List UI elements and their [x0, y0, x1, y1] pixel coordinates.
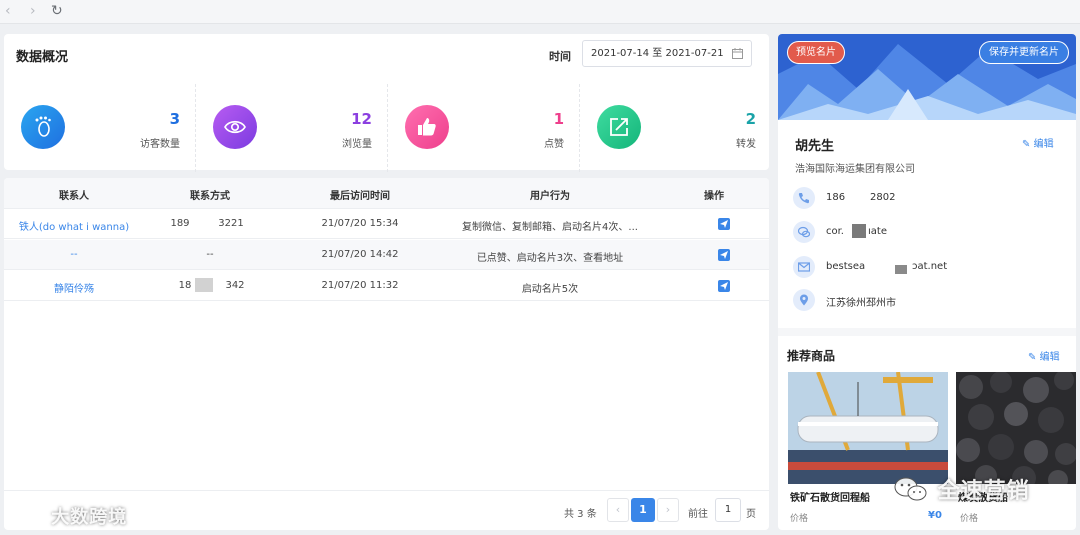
redacted-blur	[852, 224, 866, 238]
wechat-icon	[793, 221, 815, 243]
date-range-value: 2021-07-14 至 2021-07-21	[591, 48, 724, 59]
section-divider	[778, 328, 1076, 336]
wechat-logo-icon	[894, 477, 927, 501]
product-image[interactable]	[956, 372, 1076, 484]
price-label: 价格	[960, 514, 979, 524]
last-visit-time: 21/07/20 14:42	[321, 249, 399, 260]
send-icon[interactable]	[718, 280, 730, 292]
user-behavior: 已点赞、启动名片3次、查看地址	[476, 253, 624, 264]
page-unit-label: 页	[746, 509, 756, 520]
card-email-prefix: bestsea	[826, 261, 866, 272]
redacted-blur	[195, 278, 213, 292]
table-row: -- -- 21/07/20 14:42 已点赞、启动名片3次、查看地址	[4, 240, 769, 270]
stat-likes: 1 点赞	[388, 84, 580, 172]
watermark-logo-icon	[11, 506, 42, 526]
card-company: 浩海国际海运集团有限公司	[795, 164, 915, 175]
card-phone-prefix: 186	[826, 192, 846, 203]
forward-icon[interactable]: ›	[30, 3, 36, 19]
product-image[interactable]	[788, 372, 948, 484]
price-label: 价格	[790, 514, 809, 524]
stat-value: 3	[169, 110, 180, 128]
edit-label: 编辑	[1039, 352, 1060, 363]
stat-label: 点赞	[544, 139, 564, 150]
save-update-card-button[interactable]: 保存并更新名片	[979, 41, 1069, 64]
footprint-icon	[21, 105, 65, 149]
products-title: 推荐商品	[787, 349, 836, 363]
product-name[interactable]: 铁矿石散货回程船	[790, 489, 870, 504]
edit-products-button[interactable]: ✎ 编辑	[1028, 348, 1060, 363]
overview-title: 数据概况	[16, 50, 69, 65]
column-header: 联系人	[59, 191, 89, 202]
phone-suffix: 342	[225, 280, 245, 291]
edit-card-button[interactable]: ✎ 编辑	[1022, 135, 1054, 150]
stat-views: 12 浏览量	[196, 84, 388, 172]
card-name: 胡先生	[795, 139, 835, 154]
phone-prefix: --	[206, 249, 214, 260]
stat-value: 12	[351, 110, 372, 128]
share-icon	[597, 105, 641, 149]
stat-label: 访客数量	[140, 139, 180, 150]
table-row: 铁人(do what i wanna) 189 3221 21/07/20 15…	[4, 209, 769, 239]
contact-link[interactable]: 铁人(do what i wanna)	[14, 218, 134, 233]
edit-label: 编辑	[1033, 139, 1054, 150]
stat-visitors: 3 访客数量	[4, 84, 196, 172]
phone-icon	[793, 187, 815, 209]
stat-shares: 2 转发	[580, 84, 772, 172]
thumbs-up-icon	[405, 105, 449, 149]
prev-page-button[interactable]: ‹	[607, 498, 629, 522]
stat-value: 1	[553, 110, 564, 128]
goto-label: 前往	[688, 509, 708, 520]
user-behavior: 启动名片5次	[521, 284, 579, 295]
product-price: ¥0	[928, 510, 942, 521]
eye-icon	[213, 105, 257, 149]
phone-suffix: 3221	[218, 218, 244, 229]
watermark-left: 大数跨境	[10, 503, 127, 529]
last-visit-time: 21/07/20 11:32	[321, 280, 399, 291]
column-header: 联系方式	[190, 191, 230, 202]
column-header: 最后访问时间	[330, 191, 390, 202]
pagination-total: 共 3 条	[564, 509, 597, 520]
send-icon[interactable]	[718, 249, 730, 261]
back-icon[interactable]: ‹	[5, 3, 11, 19]
stat-label: 浏览量	[342, 139, 372, 150]
column-header: 操作	[704, 191, 724, 202]
page-jump-input[interactable]: 1	[715, 498, 741, 522]
user-behavior: 复制微信、复制邮箱、启动名片4次、...	[462, 222, 638, 233]
preview-card-button[interactable]: 预览名片	[787, 41, 845, 64]
stat-label: 转发	[736, 139, 756, 150]
next-page-button[interactable]: ›	[657, 498, 679, 522]
send-icon[interactable]	[718, 218, 730, 230]
pencil-icon: ✎	[1028, 352, 1037, 363]
current-page-button[interactable]: 1	[631, 498, 655, 522]
browser-toolbar: ‹ › ↻	[0, 0, 1080, 24]
email-icon	[793, 256, 815, 278]
pencil-icon: ✎	[1022, 139, 1031, 150]
contact-link[interactable]: 静陌伶殇	[14, 280, 134, 295]
phone-prefix: 189	[170, 218, 190, 229]
divider	[4, 490, 769, 491]
card-address: 江苏徐州邳州市	[826, 298, 896, 309]
calendar-icon	[732, 48, 743, 59]
contact-link[interactable]: --	[14, 249, 134, 260]
watermark-text: 大数跨境	[51, 507, 128, 528]
time-label: 时间	[549, 50, 571, 63]
stat-value: 2	[745, 110, 756, 128]
card-phone-suffix: 2802	[870, 192, 896, 203]
table-row: 静陌伶殇 18 342 21/07/20 11:32 启动名片5次	[4, 271, 769, 301]
reload-icon[interactable]: ↻	[51, 3, 63, 19]
card-wechat-suffix: ıate	[868, 226, 887, 237]
card-wechat-prefix: cor.	[826, 226, 844, 237]
date-range-picker[interactable]: 2021-07-14 至 2021-07-21	[582, 40, 752, 67]
watermark-text: 全速营销	[937, 479, 1030, 504]
last-visit-time: 21/07/20 15:34	[321, 218, 399, 229]
location-icon	[793, 289, 815, 311]
watermark-right: 全速营销	[893, 473, 1030, 505]
redacted-blur	[895, 265, 907, 274]
card-email-suffix: ɔat.net	[912, 261, 948, 272]
column-header: 用户行为	[530, 191, 570, 202]
